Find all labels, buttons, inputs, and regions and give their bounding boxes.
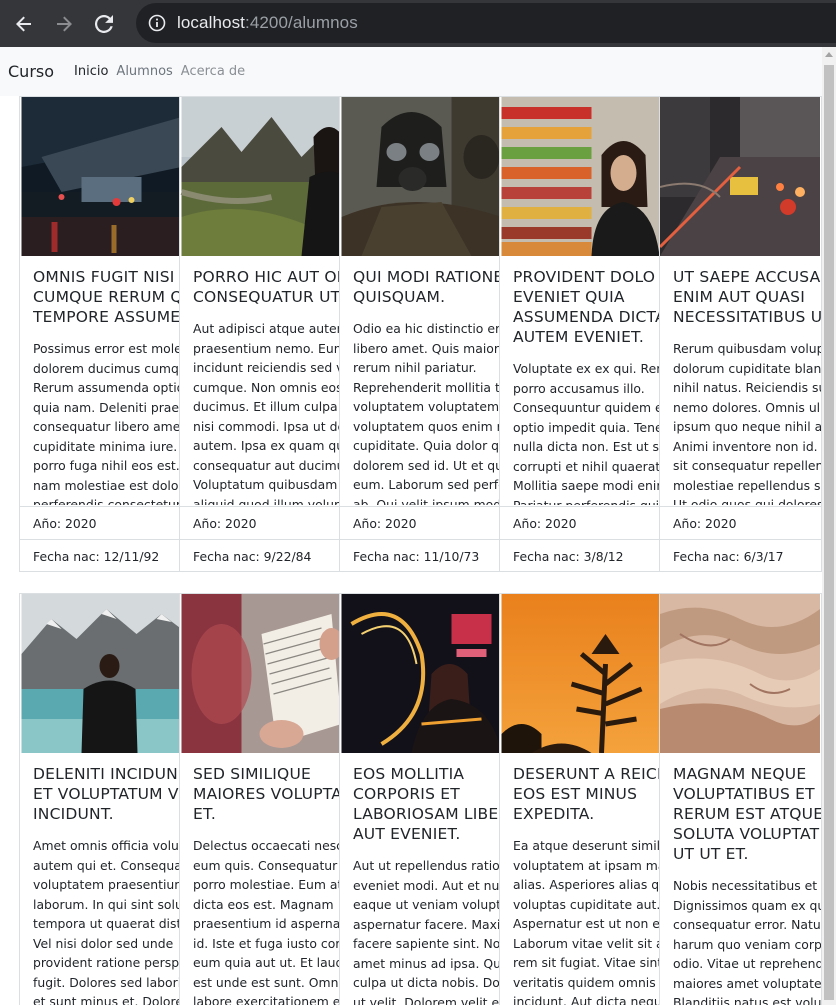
navbar: Curso Inicio Alumnos Acerca de xyxy=(0,47,822,96)
address-bar[interactable]: localhost:4200/alumnos xyxy=(136,3,836,43)
card-body: UT SAEPE ACCUSAM ENIM AUT QUASI NECESSIT… xyxy=(673,267,822,505)
card-body: PROVIDENT DOLO EVENIET QUIA ASSUMENDA DI… xyxy=(513,267,659,505)
student-card: UT SAEPE ACCUSAM ENIM AUT QUASI NECESSIT… xyxy=(659,96,822,572)
card-text: Aut adipisci atque autem praesentium nem… xyxy=(193,321,339,505)
student-card: DELENITI INCIDUN ET VOLUPTATUM V INCIDUN… xyxy=(19,593,179,1005)
card-body: PORRO HIC AUT OI CONSEQUATUR UT Aut adip… xyxy=(193,267,339,505)
card-year: Año: 2020 xyxy=(180,506,339,539)
card-text: Voluptate ex ex qui. Rer porro accusamus… xyxy=(513,361,659,505)
card-image xyxy=(340,594,499,753)
card-image xyxy=(500,594,659,753)
card-text: Possimus error est mole dolorem ducimus … xyxy=(33,341,179,505)
card-text: Aut ut repellendus ratio eveniet modi. A… xyxy=(353,858,499,1005)
navbar-brand[interactable]: Curso xyxy=(8,62,54,81)
nav-link-acerca-de[interactable]: Acerca de xyxy=(181,64,245,79)
student-card: EOS MOLLITIA CORPORIS ET LABORIOSAM LIBE… xyxy=(339,593,499,1005)
card-text: Ea atque deserunt simili voluptatem at i… xyxy=(513,838,659,1005)
student-card-grid: OMNIS FUGIT NISI R CUMQUE RERUM Q TEMPOR… xyxy=(19,96,822,1005)
card-body: SED SIMILIQUE MAIORES VOLUPTA ET. Delect… xyxy=(193,764,339,1005)
scroll-up-arrow-icon[interactable] xyxy=(825,52,833,57)
card-title: MAGNAM NEQUE VOLUPTATIBUS ET RERUM EST A… xyxy=(673,765,822,863)
card-image xyxy=(660,97,821,256)
card-text: Amet omnis officia volup autem qui et. C… xyxy=(33,838,179,1005)
student-card: DESERUNT A REICI EOS EST MINUS EXPEDITA.… xyxy=(499,593,659,1005)
card-row: OMNIS FUGIT NISI R CUMQUE RERUM Q TEMPOR… xyxy=(19,96,822,572)
card-birthdate: Fecha nac: 12/11/92 xyxy=(20,539,179,571)
card-image xyxy=(660,594,821,753)
card-body: EOS MOLLITIA CORPORIS ET LABORIOSAM LIBE… xyxy=(353,764,499,1005)
student-card: PROVIDENT DOLO EVENIET QUIA ASSUMENDA DI… xyxy=(499,96,659,572)
page-scrollbar[interactable] xyxy=(822,47,836,1005)
card-year: Año: 2020 xyxy=(20,506,179,539)
card-title: PROVIDENT DOLO EVENIET QUIA ASSUMENDA DI… xyxy=(513,268,659,346)
card-title: EOS MOLLITIA CORPORIS ET LABORIOSAM LIBE… xyxy=(353,765,499,843)
card-birthdate: Fecha nac: 9/22/84 xyxy=(180,539,339,571)
card-body: OMNIS FUGIT NISI R CUMQUE RERUM Q TEMPOR… xyxy=(33,267,179,505)
card-body: DESERUNT A REICI EOS EST MINUS EXPEDITA.… xyxy=(513,764,659,1005)
card-year: Año: 2020 xyxy=(660,506,821,539)
scroll-thumb[interactable] xyxy=(824,65,834,1000)
card-image xyxy=(340,97,499,256)
card-title: DESERUNT A REICI EOS EST MINUS EXPEDITA. xyxy=(513,765,659,823)
student-card: OMNIS FUGIT NISI R CUMQUE RERUM Q TEMPOR… xyxy=(19,96,179,572)
card-year: Año: 2020 xyxy=(340,506,499,539)
card-image xyxy=(180,594,339,753)
student-card: PORRO HIC AUT OI CONSEQUATUR UT Aut adip… xyxy=(179,96,339,572)
card-text: Odio ea hic distinctio err libero amet. … xyxy=(353,321,499,505)
card-row: DELENITI INCIDUN ET VOLUPTATUM V INCIDUN… xyxy=(19,593,822,1005)
back-button[interactable] xyxy=(4,0,44,47)
card-title: SED SIMILIQUE MAIORES VOLUPTA ET. xyxy=(193,765,339,823)
card-image xyxy=(20,594,179,753)
arrow-left-icon xyxy=(16,16,31,31)
card-image xyxy=(180,97,339,256)
card-text: Nobis necessitatibus et e Dignissimos qu… xyxy=(673,878,822,1005)
card-title: DELENITI INCIDUN ET VOLUPTATUM V INCIDUN… xyxy=(33,765,179,823)
student-card: MAGNAM NEQUE VOLUPTATIBUS ET RERUM EST A… xyxy=(659,593,822,1005)
card-body: QUI MODI RATIONE QUISQUAM. Odio ea hic d… xyxy=(353,267,499,505)
card-text: Rerum quibusdam volup dolorum cupiditate… xyxy=(673,341,822,505)
info-icon[interactable] xyxy=(148,14,166,32)
reload-button[interactable] xyxy=(84,0,124,47)
card-text: Delectus occaecati nesci eum quis. Conse… xyxy=(193,838,339,1005)
card-year: Año: 2020 xyxy=(500,506,659,539)
nav-link-inicio[interactable]: Inicio xyxy=(74,64,108,79)
card-title: OMNIS FUGIT NISI R CUMQUE RERUM Q TEMPOR… xyxy=(33,268,179,326)
url-host: localhost xyxy=(177,13,245,32)
browser-toolbar: localhost:4200/alumnos xyxy=(0,0,836,47)
url-path: :4200/alumnos xyxy=(245,13,358,32)
url-text: localhost:4200/alumnos xyxy=(177,13,358,33)
card-birthdate: Fecha nac: 11/10/73 xyxy=(340,539,499,571)
reload-icon xyxy=(95,14,113,33)
card-title: UT SAEPE ACCUSAM ENIM AUT QUASI NECESSIT… xyxy=(673,268,822,326)
card-image xyxy=(20,97,179,256)
forward-button[interactable] xyxy=(44,0,84,47)
card-title: PORRO HIC AUT OI CONSEQUATUR UT xyxy=(193,268,339,306)
card-birthdate: Fecha nac: 6/3/17 xyxy=(660,539,821,571)
card-title: QUI MODI RATIONE QUISQUAM. xyxy=(353,268,499,306)
arrow-right-icon xyxy=(57,16,72,31)
card-image xyxy=(500,97,659,256)
nav-link-alumnos[interactable]: Alumnos xyxy=(116,64,172,79)
student-card: SED SIMILIQUE MAIORES VOLUPTA ET. Delect… xyxy=(179,593,339,1005)
student-card: QUI MODI RATIONE QUISQUAM. Odio ea hic d… xyxy=(339,96,499,572)
card-body: MAGNAM NEQUE VOLUPTATIBUS ET RERUM EST A… xyxy=(673,764,822,1005)
card-birthdate: Fecha nac: 3/8/12 xyxy=(500,539,659,571)
card-body: DELENITI INCIDUN ET VOLUPTATUM V INCIDUN… xyxy=(33,764,179,1005)
